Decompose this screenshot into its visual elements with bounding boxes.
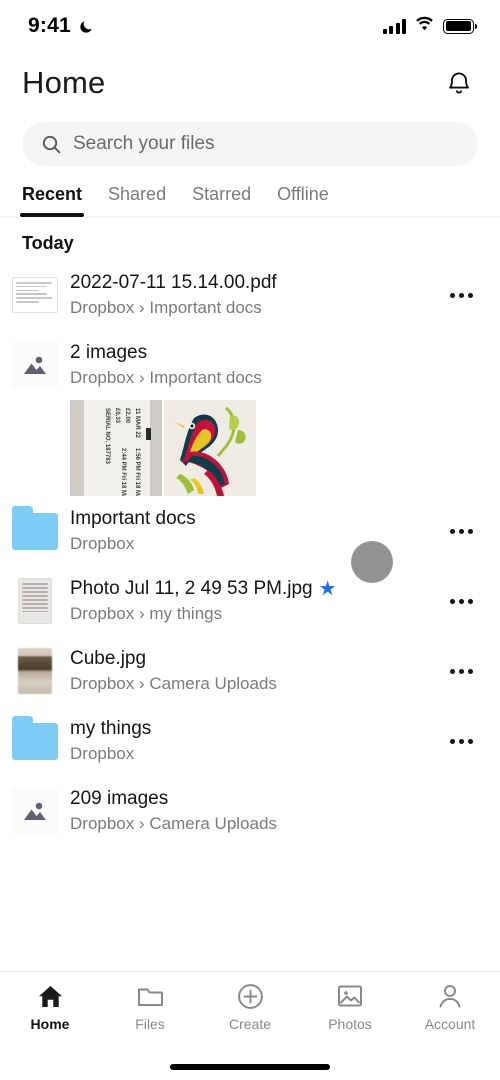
cellular-signal-icon [382,18,406,34]
nav-item-files[interactable]: Files [100,982,200,1032]
folder-icon [12,716,58,764]
file-name: Cube.jpg [70,648,147,670]
plus-circle-icon [237,982,264,1010]
file-path: Dropbox › Important docs [70,297,262,317]
app-screen: 9:41 Home Search your files Recent Share… [0,0,500,1080]
file-info: Cube.jpg Dropbox › Camera Uploads [70,646,438,695]
overflow-menu-button[interactable] [444,668,478,674]
file-info: 209 images Dropbox › Camera Uploads [70,786,438,835]
wifi-icon [415,16,434,36]
table-row[interactable]: my things Dropbox [0,706,500,776]
home-icon [37,982,64,1010]
photo-receipt-thumbnail [12,578,58,624]
overflow-menu-button[interactable] [444,598,478,604]
home-indicator [170,1064,330,1070]
file-info: my things Dropbox [70,716,438,765]
table-row[interactable]: 2 images Dropbox › Important docs [0,330,500,400]
overflow-menu-button[interactable] [444,738,478,744]
svg-text:£0.33: £0.33 [114,408,120,424]
touch-indicator [351,541,393,583]
star-icon: ★ [318,578,337,601]
photo-icon [337,982,363,1010]
svg-text:2:44 PM Fri 18 Mar 22: 2:44 PM Fri 18 Mar 22 [120,448,126,496]
search-section [0,114,500,166]
search-bar[interactable] [22,122,478,166]
pdf-receipt-thumbnail [12,272,58,318]
file-name-text: Photo Jul 11, 2 49 53 PM.jpg [70,578,313,600]
file-info: 2 images Dropbox › Important docs [70,340,438,389]
bell-icon[interactable] [444,68,474,98]
file-path: Dropbox › Important docs [70,367,262,387]
file-info: 2022-07-11 15.14.00.pdf Dropbox › Import… [70,270,438,319]
svg-text:£2.00: £2.00 [124,408,130,424]
nav-label-home: Home [30,1016,70,1032]
overflow-menu-button[interactable] [444,528,478,534]
bottom-navigation: Home Files Create Photos Account [0,971,500,1080]
status-bar: 9:41 [0,0,500,52]
moon-icon [78,18,95,35]
photo-thumbnail [12,648,58,694]
folder-icon [137,982,164,1010]
svg-text:SERIAL NO. 187783: SERIAL NO. 187783 [104,408,110,465]
tab-recent[interactable]: Recent [19,184,85,217]
nav-item-create[interactable]: Create [200,982,300,1032]
file-name: 2 images [70,342,148,364]
nav-label-account: Account [424,1016,476,1032]
nav-label-create: Create [228,1016,272,1032]
file-path: Dropbox › my things [70,603,223,623]
battery-full-icon [443,18,478,34]
image-preview-strip[interactable]: 11 MAR 22 £2.00 £0.33 SERIAL NO. 187783 … [0,400,500,496]
table-row[interactable]: Important docs Dropbox [0,496,500,566]
table-row[interactable]: Cube.jpg Dropbox › Camera Uploads [0,636,500,706]
file-name: 209 images [70,788,169,810]
folder-icon [12,506,58,554]
status-bar-left: 9:41 [28,14,95,38]
overflow-menu-button[interactable] [444,292,478,298]
file-path: Dropbox [70,743,135,763]
page-header: Home [0,52,500,114]
svg-text:1:56 PM Fri 18 Mar 22: 1:56 PM Fri 18 Mar 22 [134,448,140,496]
file-info: Photo Jul 11, 2 49 53 PM.jpg ★ Dropbox ›… [70,576,438,625]
file-name: 2022-07-11 15.14.00.pdf [70,272,277,294]
bird-embroidery-photo-preview[interactable] [164,400,256,496]
table-row[interactable]: 2022-07-11 15.14.00.pdf Dropbox › Import… [0,260,500,330]
nav-item-photos[interactable]: Photos [300,982,400,1032]
svg-text:11 MAR 22: 11 MAR 22 [134,408,140,439]
nav-label-photos: Photos [328,1016,372,1032]
file-path: Dropbox › Camera Uploads [70,813,277,833]
receipt-photo-preview[interactable]: 11 MAR 22 £2.00 £0.33 SERIAL NO. 187783 … [70,400,162,496]
table-row[interactable]: 209 images Dropbox › Camera Uploads [0,776,500,846]
table-row[interactable]: Photo Jul 11, 2 49 53 PM.jpg ★ Dropbox ›… [0,566,500,636]
person-icon [437,982,463,1010]
nav-label-files: Files [135,1016,165,1032]
tab-offline[interactable]: Offline [277,184,329,217]
file-name: Photo Jul 11, 2 49 53 PM.jpg ★ [70,576,438,601]
tab-shared[interactable]: Shared [108,184,166,217]
image-placeholder-icon [12,788,58,834]
status-time: 9:41 [28,14,71,37]
file-name: my things [70,718,152,740]
image-placeholder-icon [12,342,58,388]
nav-item-account[interactable]: Account [400,982,500,1032]
page-title: Home [22,65,106,100]
search-icon [42,135,61,154]
search-input[interactable] [73,133,458,155]
file-path: Dropbox › Camera Uploads [70,673,277,693]
status-bar-right [382,16,478,36]
section-header-today: Today [22,233,74,253]
tab-bar: Recent Shared Starred Offline [0,166,500,217]
file-name: Important docs [70,508,196,530]
nav-item-home[interactable]: Home [0,982,100,1032]
tab-starred[interactable]: Starred [192,184,251,217]
